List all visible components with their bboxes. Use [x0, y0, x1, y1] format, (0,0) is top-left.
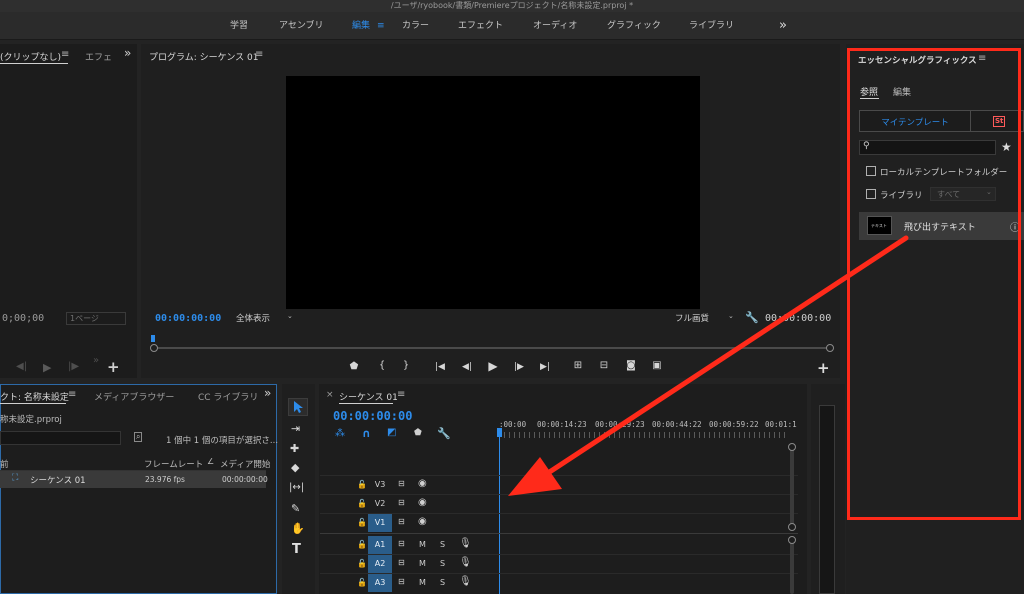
annotation-arrow: [508, 235, 909, 496]
